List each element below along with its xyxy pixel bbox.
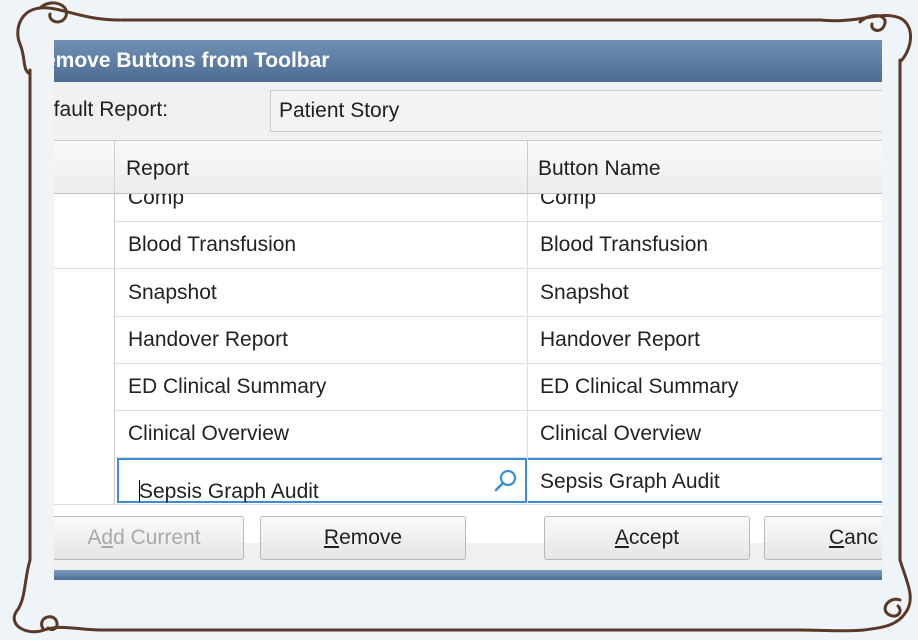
row-header[interactable] xyxy=(54,221,115,268)
cancel-button[interactable]: Canc xyxy=(764,516,882,560)
report-cell-text: Handover Report xyxy=(128,328,288,351)
dialog-bottom-border xyxy=(54,570,882,580)
remove-button[interactable]: Remove xyxy=(260,516,466,560)
button-name-cell[interactable]: ED Clinical Summary xyxy=(528,363,882,410)
report-cell[interactable]: ED Clinical Summary xyxy=(116,363,528,410)
report-cell[interactable]: Comp xyxy=(116,194,528,221)
report-cell[interactable]: Snapshot xyxy=(116,269,528,316)
remove-buttons-dialog: emove Buttons from Toolbar efault Report… xyxy=(54,40,882,580)
button-name-cell[interactable]: Handover Report xyxy=(528,316,882,363)
report-cell-text: Comp xyxy=(128,194,185,209)
text-caret xyxy=(139,480,140,502)
report-edit-text: Sepsis Graph Audit xyxy=(139,480,319,503)
row-header[interactable] xyxy=(54,316,115,363)
report-edit-input[interactable]: Sepsis Graph Audit xyxy=(117,458,527,503)
row-header[interactable] xyxy=(54,457,115,504)
report-cell[interactable]: Handover Report xyxy=(116,316,528,363)
add-current-button[interactable]: Add Current xyxy=(54,516,244,560)
grid-body: Comp Comp Blood Transfusion Blood Transf… xyxy=(54,194,882,543)
button-name-cell-text: Snapshot xyxy=(540,281,629,304)
grid-header: Report Button Name xyxy=(54,141,882,194)
row-header[interactable] xyxy=(54,194,115,221)
column-header-button-name-label: Button Name xyxy=(538,157,661,180)
row-header[interactable] xyxy=(54,410,115,457)
report-cell-text: Clinical Overview xyxy=(128,422,290,445)
search-icon[interactable] xyxy=(493,468,519,494)
button-name-cell-text: Comp xyxy=(540,194,597,209)
button-name-cell-text: ED Clinical Summary xyxy=(540,375,739,398)
table-row[interactable]: Comp Comp xyxy=(54,194,882,222)
report-cell-text: ED Clinical Summary xyxy=(128,375,327,398)
report-cell[interactable]: Blood Transfusion xyxy=(116,221,528,268)
button-name-cell-text: Blood Transfusion xyxy=(540,233,709,256)
default-report-label: efault Report: xyxy=(54,98,169,121)
table-row[interactable]: Snapshot Snapshot xyxy=(54,269,882,317)
table-row[interactable]: Handover Report Handover Report xyxy=(54,316,882,364)
button-name-edit-cell[interactable]: Sepsis Graph Audit xyxy=(528,458,882,503)
table-row[interactable]: Clinical Overview Clinical Overview xyxy=(54,410,882,458)
button-name-cell[interactable]: Blood Transfusion xyxy=(528,221,882,268)
button-name-cell-text: Handover Report xyxy=(540,328,700,351)
button-name-cell-text: Clinical Overview xyxy=(540,422,702,445)
row-header[interactable] xyxy=(54,363,115,410)
button-name-cell[interactable]: Snapshot xyxy=(528,269,882,316)
row-header[interactable] xyxy=(54,269,115,316)
button-name-edit-text: Sepsis Graph Audit xyxy=(540,470,720,493)
report-cell-text: Snapshot xyxy=(128,281,217,304)
grid-corner-header xyxy=(54,141,115,193)
accept-button[interactable]: Accept xyxy=(544,516,750,560)
table-row[interactable]: ED Clinical Summary ED Clinical Summary xyxy=(54,363,882,411)
dialog-title-bar[interactable]: emove Buttons from Toolbar xyxy=(54,40,882,82)
button-name-cell[interactable]: Comp xyxy=(528,194,882,221)
report-cell-text: Blood Transfusion xyxy=(128,233,297,256)
report-cell[interactable]: Clinical Overview xyxy=(116,410,528,457)
column-header-report[interactable]: Report xyxy=(116,141,528,193)
default-report-value: Patient Story xyxy=(279,99,400,122)
reports-grid[interactable]: Report Button Name Comp Comp Blood Trans… xyxy=(54,140,882,543)
column-header-button-name[interactable]: Button Name xyxy=(528,141,882,193)
button-name-cell[interactable]: Clinical Overview xyxy=(528,410,882,457)
dialog-title: emove Buttons from Toolbar xyxy=(54,49,330,72)
default-report-field[interactable]: Patient Story xyxy=(270,90,882,132)
column-header-report-label: Report xyxy=(126,157,190,180)
table-row-editing[interactable]: Sepsis Graph Audit Sepsis Graph Audit xyxy=(54,457,882,505)
table-row[interactable]: Blood Transfusion Blood Transfusion xyxy=(54,221,882,269)
